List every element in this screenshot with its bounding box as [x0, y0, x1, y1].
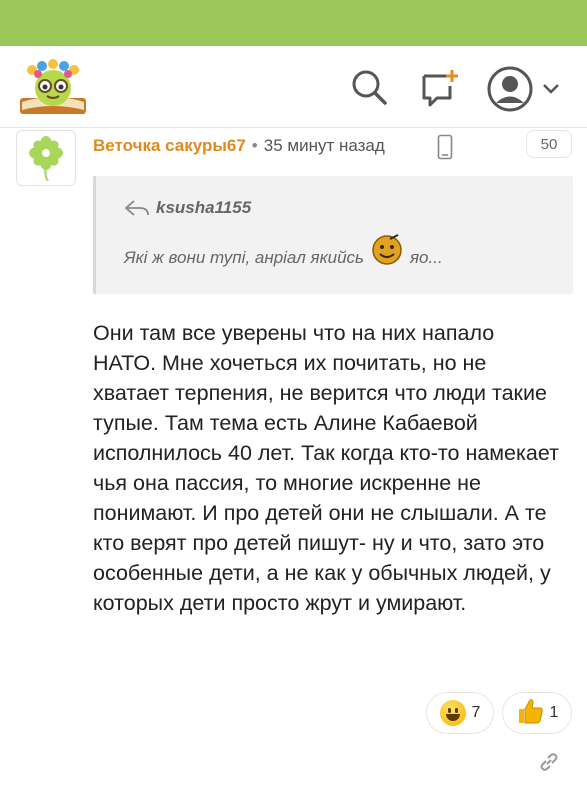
quote-text-before: Які ж вони тупі, анріал якийсь [124, 248, 364, 267]
quote-author-name: ksusha1155 [156, 198, 252, 217]
comment-time: 35 минут назад [263, 136, 385, 155]
search-icon[interactable] [350, 68, 388, 111]
reaction-count: 7 [471, 704, 481, 721]
comment-author[interactable]: Веточка сакуры67 [93, 136, 246, 155]
quote-text-after: яо... [409, 248, 443, 267]
comment-meta: Веточка сакуры67 • 35 минут назад [93, 136, 385, 156]
reaction-like-button[interactable]: 1 [502, 692, 572, 734]
grinning-face-icon [439, 700, 466, 726]
thumbs-up-icon [516, 697, 544, 730]
reaction-laugh-button[interactable]: 7 [426, 692, 494, 734]
compose-plus-icon[interactable] [420, 68, 460, 113]
quote-text: Які ж вони тупі, анріал якийсь яо... [124, 234, 443, 268]
meta-separator: • [251, 136, 258, 155]
top-color-bar [0, 0, 587, 46]
user-avatar-icon[interactable] [487, 66, 533, 117]
mobile-icon [437, 134, 453, 165]
reply-arrow-icon [125, 200, 149, 216]
site-logo[interactable] [14, 58, 92, 118]
comment-body: Они там все уверены что на них напало НА… [93, 321, 559, 615]
comment-number-badge: 50 [526, 130, 572, 158]
quote-author[interactable]: ksusha1155 [124, 198, 251, 218]
quote-block: ksusha1155 Які ж вони тупі, анріал якийс… [93, 176, 573, 294]
smiley-icon [370, 233, 404, 267]
avatar[interactable] [16, 130, 76, 186]
site-header [0, 46, 587, 128]
link-icon[interactable] [537, 750, 561, 779]
chevron-down-icon[interactable] [542, 82, 560, 100]
reaction-count: 1 [549, 704, 559, 721]
